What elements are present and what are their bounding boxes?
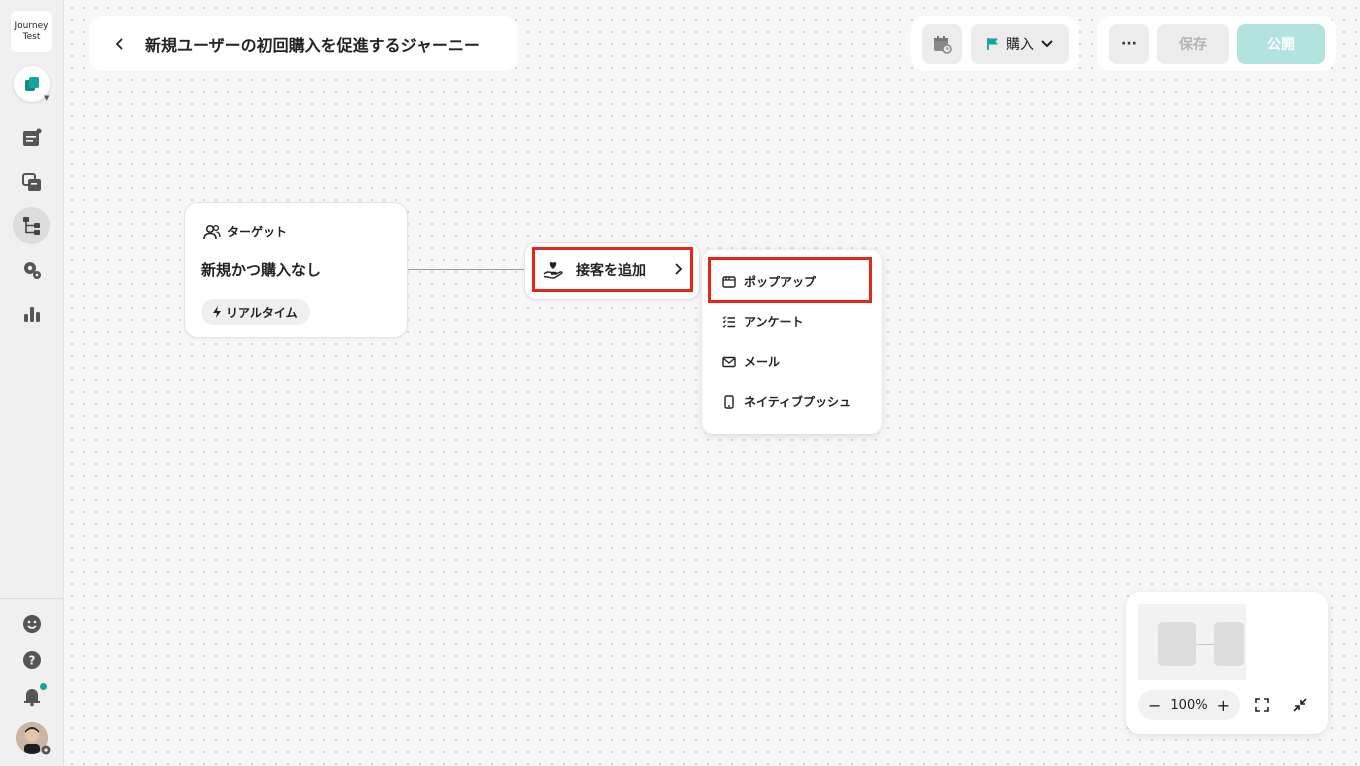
survey-icon bbox=[722, 315, 735, 328]
goal-label: 購入 bbox=[1006, 37, 1034, 53]
menu-item-popup[interactable]: ポップアップ bbox=[722, 273, 816, 290]
lightning-icon bbox=[213, 306, 221, 318]
add-action-label: 接客を追加 bbox=[576, 262, 646, 279]
minimap-viewport[interactable] bbox=[1138, 604, 1246, 680]
menu-item-label: アンケート bbox=[744, 315, 804, 329]
mobile-icon bbox=[724, 394, 734, 409]
chevron-left-icon bbox=[115, 37, 123, 50]
goal-dropdown[interactable]: 購入 bbox=[971, 24, 1069, 64]
add-action-button[interactable]: 接客を追加 bbox=[532, 247, 693, 292]
users-icon bbox=[203, 224, 221, 239]
header-goal-group: 購入 bbox=[911, 16, 1079, 71]
realtime-badge: リアルタイム bbox=[201, 299, 310, 325]
collapse-minimap-button[interactable] bbox=[1292, 697, 1308, 713]
calendar-clock-icon bbox=[934, 36, 952, 54]
analytics-icon bbox=[24, 307, 40, 322]
flag-icon bbox=[987, 38, 998, 50]
app-switcher-icon bbox=[25, 77, 39, 91]
menu-item-label: ポップアップ bbox=[744, 275, 817, 289]
sidebar-divider bbox=[0, 598, 63, 599]
collapse-icon bbox=[1293, 698, 1307, 712]
logo-line-2: Test bbox=[22, 31, 41, 42]
sidebar-item-analytics[interactable] bbox=[17, 299, 47, 329]
zoom-control: − 100% + bbox=[1138, 690, 1240, 720]
minimap-node bbox=[1158, 622, 1196, 666]
menu-item-survey[interactable]: アンケート bbox=[722, 313, 804, 330]
settings-icon bbox=[24, 262, 41, 279]
journey-title[interactable]: 新規ユーザーの初回購入を促進するジャーニー bbox=[145, 32, 480, 56]
minimap-node bbox=[1214, 622, 1244, 666]
target-node-header: ターゲット bbox=[203, 223, 287, 240]
more-icon: ··· bbox=[1121, 36, 1137, 52]
popup-icon bbox=[722, 275, 736, 288]
sidebar-item-journey[interactable] bbox=[17, 211, 47, 241]
target-segment: 新規かつ購入なし bbox=[201, 261, 322, 279]
hand-heart-icon bbox=[543, 261, 563, 279]
sidebar-item-settings[interactable] bbox=[17, 255, 47, 285]
support-chat-icon bbox=[23, 615, 41, 633]
template-icon bbox=[22, 173, 41, 191]
minimap-panel: − 100% + bbox=[1126, 592, 1328, 734]
app-logo[interactable]: Journey Test bbox=[11, 11, 52, 52]
chevron-down-icon bbox=[1041, 40, 1053, 48]
notification-dot bbox=[40, 683, 47, 690]
node-connector bbox=[408, 269, 526, 270]
campaign-list-icon bbox=[23, 128, 42, 146]
sidebar-item-support[interactable] bbox=[17, 609, 47, 639]
logo-line-1: Journey bbox=[14, 20, 49, 31]
journey-icon bbox=[23, 217, 40, 235]
target-node[interactable]: ターゲット 新規かつ購入なし リアルタイム bbox=[184, 202, 408, 338]
more-button[interactable]: ··· bbox=[1109, 24, 1149, 64]
mail-icon bbox=[722, 356, 736, 367]
svg-text:?: ? bbox=[29, 654, 36, 668]
header-actions-group: ··· 保存 公開 bbox=[1097, 16, 1336, 71]
action-type-menu: ポップアップ アンケート メール ネイティブプッシュ bbox=[702, 250, 882, 434]
zoom-in-button[interactable]: + bbox=[1217, 696, 1230, 715]
menu-item-mail[interactable]: メール bbox=[722, 353, 780, 370]
sidebar: Journey Test ▼ ? bbox=[0, 0, 64, 766]
minimap-connector bbox=[1196, 644, 1214, 645]
journey-title-card: 新規ユーザーの初回購入を促進するジャーニー bbox=[89, 16, 517, 71]
app-switcher-caret-icon: ▼ bbox=[44, 94, 50, 102]
sidebar-item-campaigns[interactable] bbox=[17, 123, 47, 153]
realtime-badge-label: リアルタイム bbox=[226, 305, 298, 320]
zoom-out-button[interactable]: − bbox=[1148, 696, 1161, 715]
menu-item-label: ネイティブプッシュ bbox=[744, 395, 852, 409]
menu-item-label: メール bbox=[744, 355, 781, 369]
sidebar-item-help[interactable]: ? bbox=[17, 645, 47, 675]
back-button[interactable] bbox=[109, 33, 131, 55]
publish-button[interactable]: 公開 bbox=[1237, 24, 1325, 64]
target-node-title: ターゲット bbox=[227, 225, 288, 239]
sidebar-item-templates[interactable] bbox=[17, 167, 47, 197]
account-settings-icon[interactable] bbox=[40, 741, 52, 760]
chevron-right-icon bbox=[675, 263, 683, 275]
help-icon: ? bbox=[23, 651, 41, 669]
menu-item-native-push[interactable]: ネイティブプッシュ bbox=[722, 393, 851, 410]
save-button[interactable]: 保存 bbox=[1157, 24, 1229, 64]
add-action-node: 接客を追加 bbox=[524, 242, 700, 300]
zoom-level: 100% bbox=[1170, 697, 1208, 713]
fullscreen-icon bbox=[1255, 698, 1269, 712]
schedule-button[interactable] bbox=[922, 24, 962, 64]
fit-view-button[interactable] bbox=[1254, 697, 1270, 713]
